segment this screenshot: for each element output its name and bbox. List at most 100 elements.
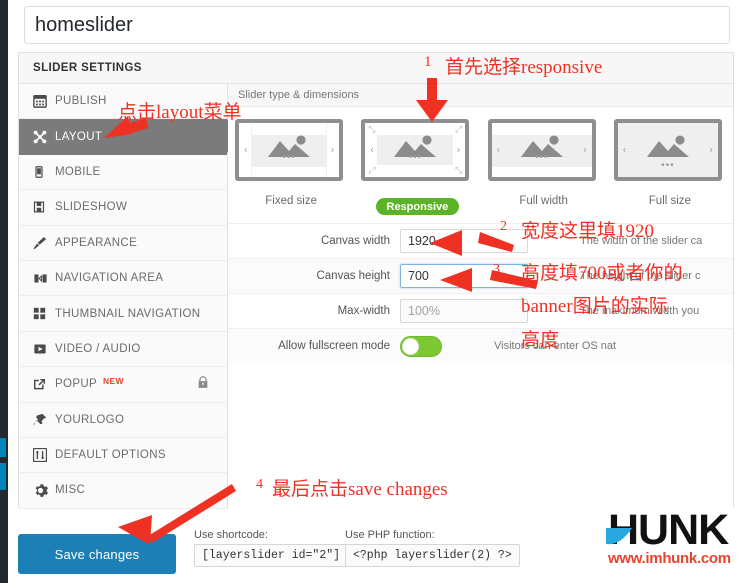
panel-header: SLIDER SETTINGS: [19, 53, 733, 84]
sidebar-item-slideshow[interactable]: SLIDESHOW: [19, 190, 227, 226]
sidebar-item-default-options[interactable]: DEFAULT OPTIONS: [19, 438, 227, 474]
wp-admin-indicator-gap: [0, 457, 6, 463]
canvas-width-label: Canvas width: [320, 235, 390, 247]
max-width-input[interactable]: 100%: [400, 299, 528, 323]
brush-icon: [33, 236, 55, 250]
app-root: homeslider SLIDER SETTINGS PUBLISH LAYOUT…: [0, 0, 742, 583]
sliders-icon: [33, 448, 55, 463]
image-placeholder: [645, 134, 691, 163]
external-link-icon: [33, 378, 55, 391]
sidebar-item-label: POPUP: [55, 378, 98, 391]
sidebar-item-label: THUMBNAIL NAVIGATION: [55, 307, 201, 320]
setting-row: Canvas width 1920 The width of the slider …: [228, 223, 733, 258]
setting-row: Max-width 100% The maximum width you: [228, 293, 733, 328]
wp-admin-sidebar-edge: [0, 0, 8, 583]
canvas-width-value: 1920: [408, 234, 436, 248]
shortcode-block: Use shortcode: [layerslider id="2"]: [194, 529, 349, 567]
panel-header-label: SLIDER SETTINGS: [33, 62, 142, 74]
new-badge: NEW: [103, 376, 124, 387]
sidebar-item-thumbnail-navigation[interactable]: THUMBNAIL NAVIGATION: [19, 296, 227, 332]
max-width-value: 100%: [408, 304, 440, 318]
sidebar-item-misc[interactable]: MISC: [19, 473, 227, 509]
slider-type-full-width[interactable]: ‹ › ••• Full width: [487, 119, 600, 215]
prev-arrow-icon: ‹: [622, 144, 627, 156]
layout-icon: [33, 130, 55, 144]
canvas-height-label: Canvas height: [316, 270, 390, 282]
save-changes-button[interactable]: Save changes: [18, 534, 176, 574]
prev-arrow-icon: ‹: [496, 144, 500, 156]
wp-admin-active-indicator: [0, 438, 6, 490]
sidebar-item-appearance[interactable]: APPEARANCE: [19, 226, 227, 261]
setting-row: Canvas height 700 The height of the slider…: [228, 258, 733, 293]
canvas-height-description: The height of the slider c: [580, 270, 701, 282]
settings-rows: Canvas width 1920 The width of the slider …: [228, 223, 733, 363]
panel-body: PUBLISH LAYOUT MOBILE SLIDESHOW APPEARANCE NA…: [19, 84, 733, 509]
slider-type-label: Fixed size: [265, 195, 318, 207]
sidebar-item-mobile[interactable]: MOBILE: [19, 155, 227, 191]
settings-content: Slider type & dimensions ‹ › ••• Fixed size…: [228, 84, 733, 509]
navigation-icon: [33, 272, 55, 285]
sidebar-item-navigation-area[interactable]: NAVIGATION AREA: [19, 261, 227, 297]
slider-title-input[interactable]: homeslider: [24, 6, 730, 44]
content-section-header: Slider type & dimensions: [228, 84, 733, 107]
sidebar-item-label: LAYOUT: [55, 130, 103, 143]
play-icon: [33, 343, 55, 355]
monitor-preview: ‹ › •••: [487, 119, 600, 191]
php-function-value[interactable]: <?php layerslider(2) ?>: [345, 544, 520, 567]
shortcode-value[interactable]: [layerslider id="2"]: [194, 544, 349, 567]
monitor-screen: ‹ › ••• ⤡ ⤢ ⤢ ⤡: [361, 119, 470, 181]
slideshow-icon: [33, 200, 55, 214]
sidebar-item-layout[interactable]: LAYOUT: [19, 119, 238, 155]
next-arrow-icon: ›: [583, 144, 587, 156]
sidebar-item-label: YOURLOGO: [55, 413, 125, 426]
pagination-dots-icon: •••: [282, 152, 296, 163]
slider-type-options: ‹ › ••• Fixed size ‹ › ••• ⤡ ⤢ ⤢ ⤡ Responsive ‹ › ••• F…: [228, 107, 733, 219]
slider-type-label-wrap: Full width: [488, 191, 600, 209]
grid-icon: [33, 307, 55, 320]
settings-sidebar: PUBLISH LAYOUT MOBILE SLIDESHOW APPEARANCE NA…: [19, 84, 238, 509]
sidebar-item-video-audio[interactable]: VIDEO / AUDIO: [19, 332, 227, 368]
sidebar-item-publish[interactable]: PUBLISH: [19, 84, 227, 120]
resize-corner-icon: ⤡: [368, 124, 376, 134]
slider-title-value: homeslider: [35, 13, 133, 36]
shortcode-label: Use shortcode:: [194, 529, 268, 541]
monitor-preview: ‹ › •••: [235, 119, 347, 191]
sidebar-item-popup[interactable]: POPUP NEW: [19, 367, 227, 403]
monitor-screen: ‹ › •••: [487, 119, 596, 181]
lock-icon: [197, 376, 209, 391]
slider-type-label: Responsive: [375, 198, 460, 215]
content-section-label: Slider type & dimensions: [238, 89, 360, 101]
pagination-dots-icon: •••: [534, 152, 549, 163]
slider-type-responsive[interactable]: ‹ › ••• ⤡ ⤢ ⤢ ⤡ Responsive: [361, 119, 473, 215]
canvas-height-input[interactable]: 700: [400, 264, 528, 288]
slider-type-label-wrap: Full size: [614, 191, 726, 209]
image-placeholder-icon: [646, 135, 689, 158]
php-function-block: Use PHP function: <?php layerslider(2) ?…: [345, 529, 520, 567]
slider-type-fixed-size[interactable]: ‹ › ••• Fixed size: [235, 119, 347, 215]
slider-settings-panel: SLIDER SETTINGS PUBLISH LAYOUT MOBILE SLIDE…: [18, 52, 734, 509]
slider-type-label-wrap: Fixed size: [235, 191, 347, 209]
canvas-width-description: The width of the slider ca: [580, 235, 703, 247]
max-width-description: The maximum width you: [580, 305, 700, 317]
canvas-width-input[interactable]: 1920: [400, 229, 528, 253]
mobile-icon: [33, 165, 55, 179]
prev-arrow-icon: ‹: [370, 144, 374, 156]
allow-fullscreen-mode-description: Visitors can enter OS nat: [494, 340, 617, 352]
next-arrow-icon: ›: [330, 144, 335, 156]
sidebar-item-label: MISC: [55, 484, 86, 497]
allow-fullscreen-mode-toggle[interactable]: [400, 335, 442, 357]
slider-type-full-size[interactable]: ‹ › ••• Full size: [613, 119, 726, 215]
resize-corner-icon: ⤡: [455, 165, 463, 175]
pin-icon: [33, 413, 55, 427]
monitor-preview: ‹ › •••: [613, 119, 726, 191]
slider-type-label: Full size: [648, 195, 691, 207]
allow-fullscreen-mode-label: Allow fullscreen mode: [278, 340, 390, 352]
hunk-swoosh-icon: [606, 528, 632, 545]
sidebar-item-label: PUBLISH: [55, 95, 107, 108]
sidebar-item-yourlogo[interactable]: YOURLOGO: [19, 403, 227, 438]
pagination-dots-icon: •••: [661, 160, 675, 171]
calendar-icon: [33, 94, 55, 109]
toggle-knob: [402, 337, 419, 355]
next-arrow-icon: ›: [709, 144, 713, 156]
setting-row: Allow fullscreen mode Visitors can enter …: [228, 328, 733, 363]
